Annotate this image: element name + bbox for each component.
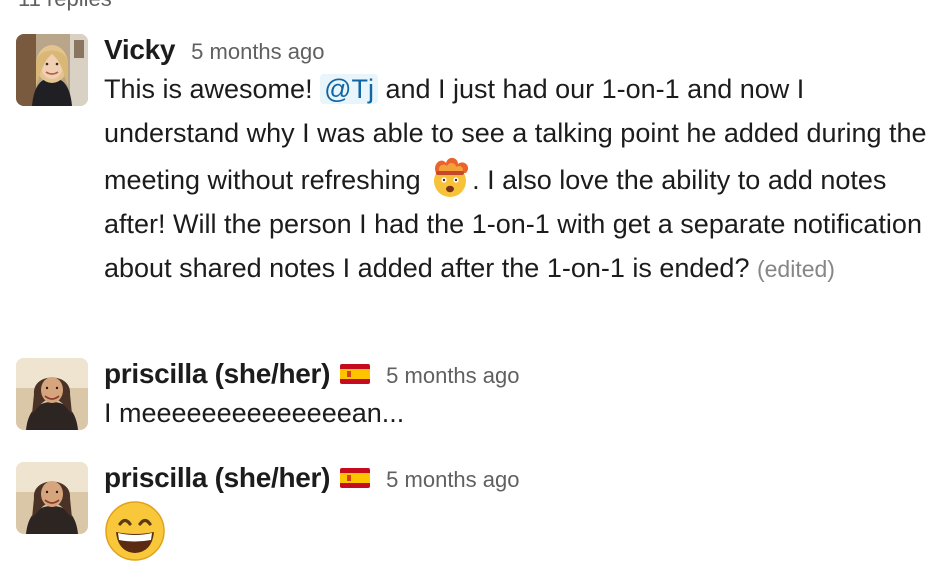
grinning-face-emoji-icon: [104, 500, 166, 562]
message-timestamp[interactable]: 5 months ago: [386, 363, 519, 389]
avatar-vicky-icon: [16, 34, 88, 106]
message-timestamp[interactable]: 5 months ago: [191, 39, 324, 65]
message-header: priscilla (she/her) 5 months ago: [104, 462, 932, 494]
message-text-part: This is awesome!: [104, 74, 321, 104]
message-content: priscilla (she/her) 5 months ago I meeee…: [104, 358, 932, 435]
avatar[interactable]: [16, 358, 88, 430]
message-content: priscilla (she/her) 5 months ago: [104, 462, 932, 562]
message-header: priscilla (she/her) 5 months ago: [104, 358, 932, 390]
user-mention[interactable]: @Tj: [320, 74, 378, 104]
message-header: Vicky 5 months ago: [104, 34, 932, 66]
spain-flag-emoji-icon: [340, 468, 371, 488]
avatar-priscilla-icon: [16, 358, 88, 430]
replies-count[interactable]: 11 replies: [18, 0, 112, 12]
author-name[interactable]: priscilla (she/her): [104, 462, 330, 494]
author-name[interactable]: priscilla (she/her): [104, 358, 330, 390]
message-text: This is awesome! @Tj and I just had our …: [104, 67, 932, 291]
author-name[interactable]: Vicky: [104, 34, 175, 66]
avatar-priscilla-icon: [16, 462, 88, 534]
avatar[interactable]: [16, 462, 88, 534]
message-text: I meeeeeeeeeeeeeean...: [104, 398, 405, 428]
exploding-head-emoji-icon: [428, 155, 472, 199]
avatar[interactable]: [16, 34, 88, 106]
spain-flag-emoji-icon: [340, 364, 371, 384]
edited-label: (edited): [756, 256, 835, 282]
thread-pane: 11 replies Vicky 5 months ago: [0, 0, 932, 580]
message-content: Vicky 5 months ago This is awesome! @Tj …: [104, 34, 932, 291]
message-timestamp[interactable]: 5 months ago: [386, 467, 519, 493]
